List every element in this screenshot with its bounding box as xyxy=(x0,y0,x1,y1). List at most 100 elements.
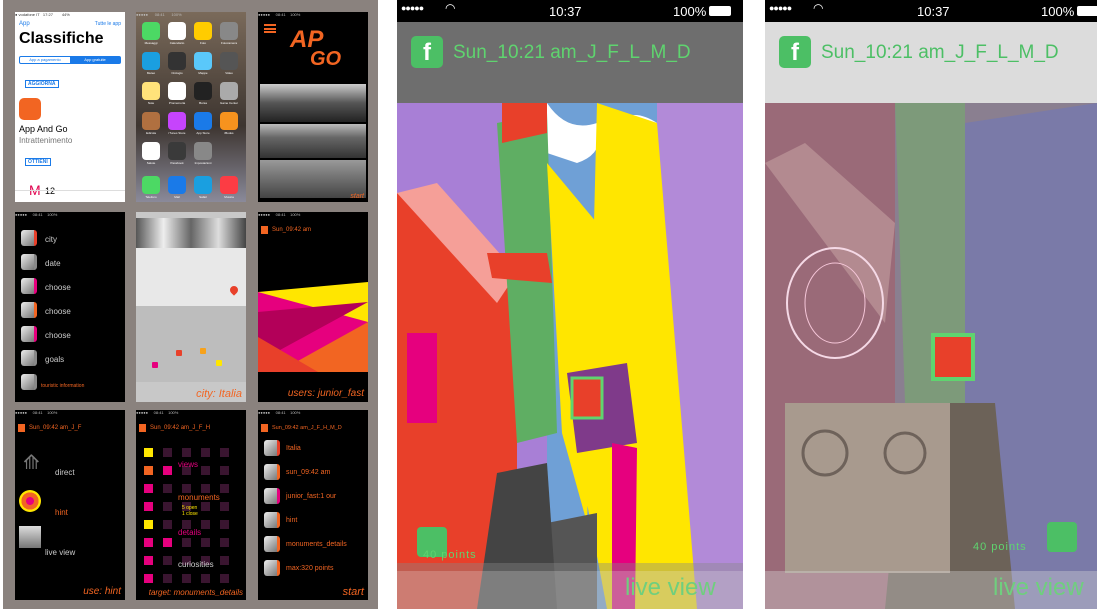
home-app-icon[interactable] xyxy=(220,22,238,40)
menu-item-icon[interactable] xyxy=(21,230,37,246)
users-screen: ●●●●● 08:41 100% Sun_09:42 am users: jun… xyxy=(258,212,368,402)
home-app-icon[interactable] xyxy=(168,52,186,70)
grid-square[interactable] xyxy=(163,556,172,565)
grid-square[interactable] xyxy=(163,448,172,457)
menu-item-icon[interactable] xyxy=(21,254,37,270)
grid-square[interactable] xyxy=(201,466,210,475)
grid-square[interactable] xyxy=(144,484,153,493)
grid-square[interactable] xyxy=(220,574,229,583)
live-view-button[interactable]: live view xyxy=(625,574,716,602)
grid-square[interactable] xyxy=(163,538,172,547)
home-app-icon[interactable] xyxy=(142,82,160,100)
facebook-icon[interactable]: f xyxy=(411,36,443,68)
seg-free[interactable]: App gratuite xyxy=(70,57,120,63)
home-app-icon[interactable] xyxy=(220,142,238,160)
menu-item-label[interactable]: choose xyxy=(45,283,71,292)
menu-icon[interactable] xyxy=(264,24,276,33)
home-app-icon[interactable] xyxy=(194,112,212,130)
grid-square[interactable] xyxy=(201,448,210,457)
views-label[interactable]: views xyxy=(178,460,198,469)
home-app-icon[interactable] xyxy=(194,52,212,70)
grid-square[interactable] xyxy=(201,502,210,511)
grid-square[interactable] xyxy=(182,484,191,493)
grid-square[interactable] xyxy=(144,502,153,511)
home-app-icon[interactable] xyxy=(220,52,238,70)
dock-app-icon[interactable] xyxy=(142,176,160,194)
home-app-icon[interactable] xyxy=(142,22,160,40)
direct-label[interactable]: direct xyxy=(55,468,75,477)
grid-square[interactable] xyxy=(220,448,229,457)
menu-item-icon[interactable] xyxy=(21,326,37,342)
menu-item-icon[interactable] xyxy=(21,302,37,318)
curiosities-label[interactable]: curiosities xyxy=(178,560,214,569)
hint-target-icon[interactable] xyxy=(19,490,41,512)
menu-item-icon[interactable] xyxy=(21,374,37,390)
all-apps-link[interactable]: Tutte le app xyxy=(95,21,121,27)
grid-square[interactable] xyxy=(201,484,210,493)
menu-item-icon[interactable] xyxy=(21,278,37,294)
menu-item-label[interactable]: goals xyxy=(45,355,64,364)
dock-app-icon[interactable] xyxy=(168,176,186,194)
grid-square[interactable] xyxy=(220,520,229,529)
grid-square[interactable] xyxy=(220,556,229,565)
grid-square[interactable] xyxy=(220,466,229,475)
summary-item-icon xyxy=(264,560,280,576)
grid-square[interactable] xyxy=(144,448,153,457)
home-app-icon[interactable] xyxy=(194,22,212,40)
live-view-button[interactable]: live view xyxy=(993,574,1084,602)
monuments-label[interactable]: monuments xyxy=(178,493,220,502)
grid-square[interactable] xyxy=(220,484,229,493)
grid-square[interactable] xyxy=(201,520,210,529)
menu-item-label[interactable]: choose xyxy=(45,307,71,316)
hint-label[interactable]: hint xyxy=(55,508,68,517)
seg-paid[interactable]: App a pagamento xyxy=(20,57,70,63)
grid-square[interactable] xyxy=(144,538,153,547)
home-app-icon[interactable] xyxy=(142,112,160,130)
grid-square[interactable] xyxy=(163,520,172,529)
update-button[interactable]: AGGIORNA xyxy=(25,80,59,88)
live-view-label[interactable]: live view xyxy=(45,548,75,557)
grid-square[interactable] xyxy=(144,556,153,565)
grid-square[interactable] xyxy=(220,502,229,511)
start-caption[interactable]: start xyxy=(343,586,364,598)
home-app-icon[interactable] xyxy=(194,82,212,100)
menu-item-label[interactable]: touristic information xyxy=(41,383,84,389)
battery-icon xyxy=(1077,6,1097,16)
signal-indicator: ●●●●● xyxy=(401,3,424,13)
grid-square[interactable] xyxy=(182,538,191,547)
grid-square[interactable] xyxy=(163,502,172,511)
home-app-icon[interactable] xyxy=(194,142,212,160)
menu-item-icon[interactable] xyxy=(21,350,37,366)
start-label[interactable]: start xyxy=(350,193,364,200)
grid-square[interactable] xyxy=(163,574,172,583)
home-app-icon[interactable] xyxy=(142,52,160,70)
header-status: Sun_10:21 am_J_F_L_M_D xyxy=(821,42,1059,63)
menu-item-label[interactable]: city xyxy=(45,235,57,244)
home-app-icon[interactable] xyxy=(142,142,160,160)
dock-app-icon[interactable] xyxy=(194,176,212,194)
home-app-icon[interactable] xyxy=(168,82,186,100)
facebook-icon[interactable]: f xyxy=(779,36,811,68)
home-app-icon[interactable] xyxy=(220,82,238,100)
home-app-icon[interactable] xyxy=(168,142,186,160)
home-app-icon[interactable] xyxy=(168,22,186,40)
details-label[interactable]: details xyxy=(178,528,201,537)
home-app-icon[interactable] xyxy=(220,112,238,130)
grid-square[interactable] xyxy=(182,574,191,583)
dock-app-icon[interactable] xyxy=(220,176,238,194)
live-view-thumb[interactable] xyxy=(19,526,41,548)
grid-square[interactable] xyxy=(144,466,153,475)
grid-square[interactable] xyxy=(182,448,191,457)
home-app-icon[interactable] xyxy=(168,112,186,130)
grid-square[interactable] xyxy=(220,538,229,547)
menu-item-label[interactable]: choose xyxy=(45,331,71,340)
grid-square[interactable] xyxy=(163,484,172,493)
grid-square[interactable] xyxy=(201,538,210,547)
get-button[interactable]: OTTIENI xyxy=(25,158,51,166)
menu-item-label[interactable]: date xyxy=(45,259,61,268)
grid-square[interactable] xyxy=(201,574,210,583)
grid-square[interactable] xyxy=(144,520,153,529)
grid-square[interactable] xyxy=(144,574,153,583)
grid-square[interactable] xyxy=(163,466,172,475)
back-link[interactable]: App xyxy=(19,21,30,27)
